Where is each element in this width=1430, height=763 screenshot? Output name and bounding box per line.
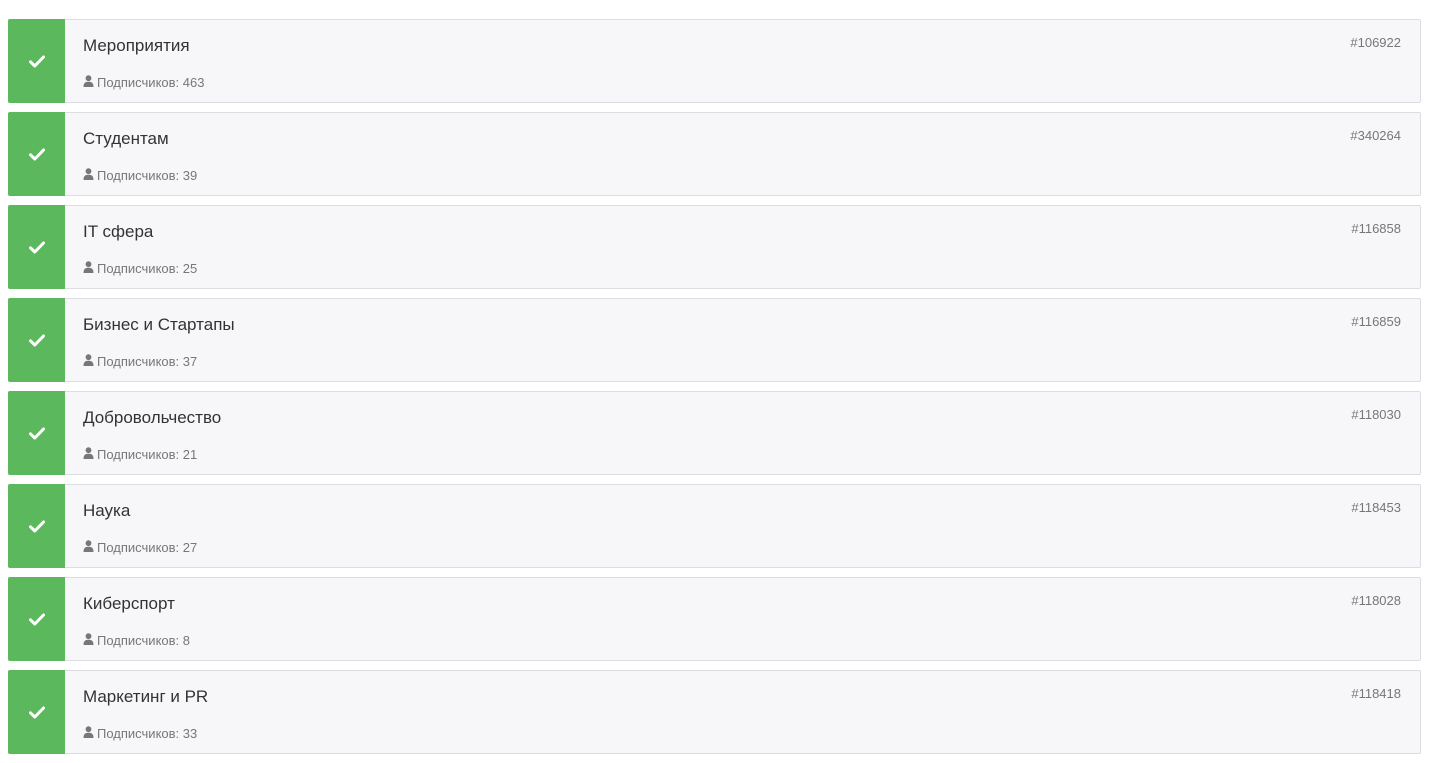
item-title: Студентам — [83, 129, 169, 148]
subscriber-count: Подписчиков: 39 — [83, 168, 197, 183]
item-content: Мероприятия Подписчиков: 463 #106922 — [65, 20, 1420, 102]
item-title: Добровольчество — [83, 408, 222, 427]
subscriber-count-text: Подписчиков: 8 — [97, 633, 190, 648]
user-icon — [83, 354, 94, 369]
item-id: #116858 — [1351, 221, 1401, 236]
check-icon — [28, 148, 45, 161]
check-icon — [28, 427, 45, 440]
check-toggle[interactable] — [8, 112, 65, 196]
check-icon — [28, 334, 45, 347]
item-id: #118028 — [1351, 593, 1401, 608]
user-icon — [83, 633, 94, 648]
list-item[interactable]: Мероприятия Подписчиков: 463 #106922 — [8, 19, 1421, 103]
check-icon — [28, 706, 45, 719]
item-content: Киберспорт Подписчиков: 8 #118028 — [65, 578, 1420, 660]
list-item[interactable]: Добровольчество Подписчиков: 21 #118030 — [8, 391, 1421, 475]
check-toggle[interactable] — [8, 670, 65, 754]
item-content: Наука Подписчиков: 27 #118453 — [65, 485, 1420, 567]
subscriber-count-text: Подписчиков: 463 — [97, 75, 205, 90]
user-icon — [83, 75, 94, 90]
user-icon — [83, 540, 94, 555]
subscriber-count-text: Подписчиков: 37 — [97, 354, 198, 369]
item-id: #106922 — [1350, 35, 1401, 50]
check-toggle[interactable] — [8, 205, 65, 289]
check-icon — [28, 241, 45, 254]
item-content: Студентам Подписчиков: 39 #340264 — [65, 113, 1420, 195]
subscriber-count-text: Подписчиков: 21 — [97, 447, 198, 462]
subscriber-count: Подписчиков: 33 — [83, 726, 197, 741]
check-toggle[interactable] — [8, 19, 65, 103]
item-id: #118453 — [1351, 500, 1401, 515]
item-content: Добровольчество Подписчиков: 21 #118030 — [65, 392, 1420, 474]
subscriber-count: Подписчиков: 27 — [83, 540, 197, 555]
item-content: Маркетинг и PR Подписчиков: 33 #118418 — [65, 671, 1420, 753]
check-icon — [28, 520, 45, 533]
subscriber-count-text: Подписчиков: 33 — [97, 726, 198, 741]
list-item[interactable]: IT сфера Подписчиков: 25 #116858 — [8, 205, 1421, 289]
item-title: Наука — [83, 501, 131, 520]
subscription-list: Мероприятия Подписчиков: 463 #106922 Сту… — [8, 19, 1421, 763]
check-toggle[interactable] — [8, 484, 65, 568]
subscriber-count: Подписчиков: 8 — [83, 633, 190, 648]
user-icon — [83, 168, 94, 183]
subscriber-count-text: Подписчиков: 39 — [97, 168, 198, 183]
item-title: Мероприятия — [83, 36, 190, 55]
check-icon — [28, 55, 45, 68]
list-item[interactable]: Маркетинг и PR Подписчиков: 33 #118418 — [8, 670, 1421, 754]
list-item[interactable]: Бизнес и Стартапы Подписчиков: 37 #11685… — [8, 298, 1421, 382]
item-id: #340264 — [1350, 128, 1401, 143]
item-title: Бизнес и Стартапы — [83, 315, 235, 334]
item-title: Маркетинг и PR — [83, 687, 209, 706]
list-item[interactable]: Студентам Подписчиков: 39 #340264 — [8, 112, 1421, 196]
check-toggle[interactable] — [8, 298, 65, 382]
check-toggle[interactable] — [8, 577, 65, 661]
check-toggle[interactable] — [8, 391, 65, 475]
list-item[interactable]: Наука Подписчиков: 27 #118453 — [8, 484, 1421, 568]
subscriber-count: Подписчиков: 37 — [83, 354, 197, 369]
item-title: IT сфера — [83, 222, 154, 241]
item-content: Бизнес и Стартапы Подписчиков: 37 #11685… — [65, 299, 1420, 381]
item-id: #118418 — [1351, 686, 1401, 701]
subscriber-count-text: Подписчиков: 27 — [97, 540, 198, 555]
subscriber-count: Подписчиков: 25 — [83, 261, 197, 276]
item-content: IT сфера Подписчиков: 25 #116858 — [65, 206, 1420, 288]
list-item[interactable]: Киберспорт Подписчиков: 8 #118028 — [8, 577, 1421, 661]
subscriber-count-text: Подписчиков: 25 — [97, 261, 198, 276]
subscriber-count: Подписчиков: 21 — [83, 447, 197, 462]
item-id: #116859 — [1351, 314, 1401, 329]
subscriber-count: Подписчиков: 463 — [83, 75, 204, 90]
user-icon — [83, 447, 94, 462]
item-id: #118030 — [1351, 407, 1401, 422]
user-icon — [83, 261, 94, 276]
check-icon — [28, 613, 45, 626]
user-icon — [83, 726, 94, 741]
item-title: Киберспорт — [83, 594, 175, 613]
